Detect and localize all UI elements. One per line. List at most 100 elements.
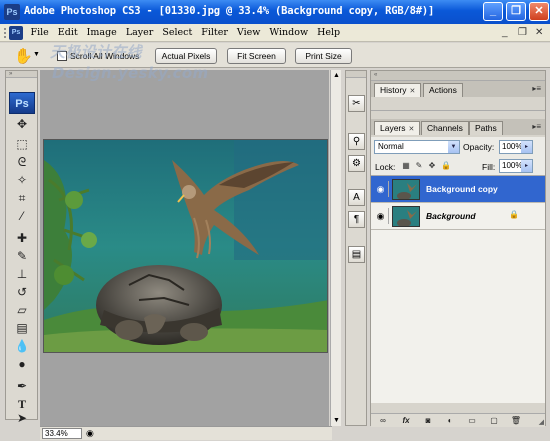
doc-restore-icon[interactable]: ❐ — [518, 27, 527, 38]
lock-image-icon[interactable]: ✎ — [414, 161, 424, 171]
brush-tool-icon[interactable]: ✎ — [12, 249, 32, 264]
add-mask-icon[interactable]: ◙ — [422, 415, 434, 426]
crop-tool-icon[interactable]: ⌗ — [12, 191, 32, 206]
menubar-grip — [3, 27, 7, 39]
chevron-right-icon[interactable]: ▸ — [521, 141, 532, 153]
new-layer-icon[interactable]: ▢ — [488, 415, 500, 426]
scroll-up-icon[interactable]: ▲ — [332, 71, 341, 80]
adjustment-layer-icon[interactable]: ◐ — [444, 415, 456, 426]
tab-history-label: History — [380, 85, 407, 95]
photo-tortoise-hawk — [44, 140, 327, 352]
panel-group-header[interactable]: « — [371, 71, 545, 81]
layer-name[interactable]: Background — [426, 211, 476, 221]
close-button[interactable]: ✕ — [529, 2, 549, 21]
opacity-field[interactable]: 100% ▸ — [499, 140, 533, 154]
chevron-right-icon[interactable]: ▸ — [521, 160, 532, 172]
pen-tool-icon[interactable]: ✒ — [12, 379, 32, 394]
tab-channels[interactable]: Channels — [421, 121, 469, 135]
fill-field[interactable]: 100% ▸ — [499, 159, 533, 173]
doc-minimize-icon[interactable]: _ — [502, 27, 508, 38]
healing-brush-tool-icon[interactable]: ✚ — [12, 231, 32, 246]
tab-actions-label: Actions — [429, 85, 457, 95]
character-panel-icon[interactable]: A — [348, 189, 365, 206]
blend-mode-value: Normal — [378, 142, 404, 151]
paragraph-panel-icon[interactable]: ¶ — [348, 211, 365, 228]
layer-comps-panel-icon[interactable]: ▤ — [348, 246, 365, 263]
layer-style-icon[interactable]: fx — [400, 415, 412, 426]
move-tool-icon[interactable]: ✥ — [12, 117, 32, 132]
status-bar: 33.4% ◉ — [40, 426, 332, 440]
vertical-scrollbar[interactable]: ▲ ▼ — [330, 70, 341, 426]
menu-image[interactable]: Image — [82, 27, 121, 38]
layer-name[interactable]: Background copy — [426, 184, 498, 194]
lock-transparency-icon[interactable]: ▦ — [401, 161, 411, 171]
fit-screen-button[interactable]: Fit Screen — [227, 48, 286, 64]
tab-actions[interactable]: Actions — [423, 83, 463, 97]
layers-panel-menu-icon[interactable]: ▸≡ — [532, 122, 541, 131]
menu-edit[interactable]: Edit — [53, 27, 82, 38]
type-tool-icon[interactable]: T — [12, 397, 32, 412]
dodge-tool-icon[interactable]: ● — [12, 357, 32, 372]
scroll-down-icon[interactable]: ▼ — [332, 416, 341, 425]
history-panel-menu-icon[interactable]: ▸≡ — [532, 84, 541, 93]
tool-presets-panel-icon[interactable]: ⚙ — [348, 155, 365, 172]
dock-grip[interactable] — [346, 71, 366, 78]
history-brush-tool-icon[interactable]: ↺ — [12, 285, 32, 300]
hand-tool-icon[interactable]: ✋ — [14, 47, 33, 65]
brushes-panel-icon[interactable]: ⚲ — [348, 133, 365, 150]
visibility-eye-icon[interactable]: ◉ — [373, 181, 389, 197]
lock-position-icon[interactable]: ✥ — [427, 161, 437, 171]
zoom-level-field[interactable]: 33.4% — [42, 428, 82, 439]
title-bar: Ps Adobe Photoshop CS3 - [01330.jpg @ 33… — [0, 0, 550, 24]
menu-layer[interactable]: Layer — [121, 27, 158, 38]
link-layers-icon[interactable]: ∞ — [377, 415, 389, 426]
close-tab-icon[interactable]: ✕ — [409, 88, 415, 95]
path-selection-tool-icon[interactable]: ➤ — [12, 411, 32, 426]
tab-history[interactable]: History ✕ — [374, 83, 422, 97]
lock-all-icon[interactable]: 🔒 — [441, 161, 451, 171]
resize-grip-icon[interactable]: ◢ — [539, 418, 544, 426]
scroll-all-windows-checkbox[interactable] — [57, 51, 67, 61]
visibility-eye-icon[interactable]: ◉ — [373, 208, 389, 224]
lasso-tool-icon[interactable]: ᘓ — [12, 155, 32, 170]
status-menu-icon[interactable]: ◉ — [86, 428, 94, 439]
gradient-tool-icon[interactable]: ▤ — [12, 321, 32, 336]
doc-close-icon[interactable]: ✕ — [535, 27, 543, 38]
layer-row-background-copy[interactable]: ◉ Background copy — [371, 176, 545, 203]
image-canvas[interactable] — [43, 139, 328, 353]
blur-tool-icon[interactable]: 💧 — [12, 339, 32, 354]
menu-help[interactable]: Help — [313, 27, 345, 38]
magic-wand-tool-icon[interactable]: ✧ — [12, 173, 32, 188]
close-tab-icon[interactable]: ✕ — [409, 126, 415, 133]
panels-area: « History ✕ Actions ▸≡ Layers ✕ Channels P… — [370, 70, 546, 427]
layers-panel-footer: ∞ fx ◙ ◐ ▭ ▢ 🗑 ◢ — [371, 413, 545, 427]
marquee-tool-icon[interactable]: ⬚ — [12, 137, 32, 152]
blend-mode-select[interactable]: Normal ▼ — [374, 140, 460, 154]
clone-stamp-tool-icon[interactable]: ⊥ — [12, 267, 32, 282]
scroll-all-windows-label: Scroll All Windows — [70, 51, 140, 61]
print-size-button[interactable]: Print Size — [295, 48, 352, 64]
toolbox-grip[interactable]: » — [6, 71, 37, 78]
menu-select[interactable]: Select — [158, 27, 197, 38]
menu-window[interactable]: Window — [265, 27, 313, 38]
tab-paths[interactable]: Paths — [469, 121, 503, 135]
tool-preset-dropdown-icon[interactable]: ▼ — [33, 51, 40, 58]
maximize-button[interactable]: ❐ — [506, 2, 526, 21]
new-group-icon[interactable]: ▭ — [466, 415, 478, 426]
toolbox: » Ps ✥ ⬚ ᘓ ✧ ⌗ ⁄ ✚ ✎ ⊥ ↺ ▱ ▤ 💧 ● ✒ T ➤ — [5, 70, 38, 425]
tab-layers[interactable]: Layers ✕ — [374, 121, 421, 135]
eraser-tool-icon[interactable]: ▱ — [12, 303, 32, 318]
menu-file[interactable]: File — [26, 27, 53, 38]
delete-layer-icon[interactable]: 🗑 — [510, 415, 522, 426]
photoshop-logo[interactable]: Ps — [9, 92, 35, 114]
layer-thumbnail-image — [393, 207, 419, 226]
actual-pixels-button[interactable]: Actual Pixels — [155, 48, 217, 64]
menu-view[interactable]: View — [232, 27, 265, 38]
layer-row-background[interactable]: ◉ Background 🔒 — [371, 203, 545, 230]
document-icon[interactable]: Ps — [9, 26, 23, 40]
navigator-panel-icon[interactable]: ✂ — [348, 95, 365, 112]
layers-tab-row: Layers ✕ Channels Paths ▸≡ — [371, 119, 545, 135]
minimize-button[interactable]: _ — [483, 2, 503, 21]
menu-filter[interactable]: Filter — [197, 27, 233, 38]
slice-tool-icon[interactable]: ⁄ — [12, 209, 32, 224]
